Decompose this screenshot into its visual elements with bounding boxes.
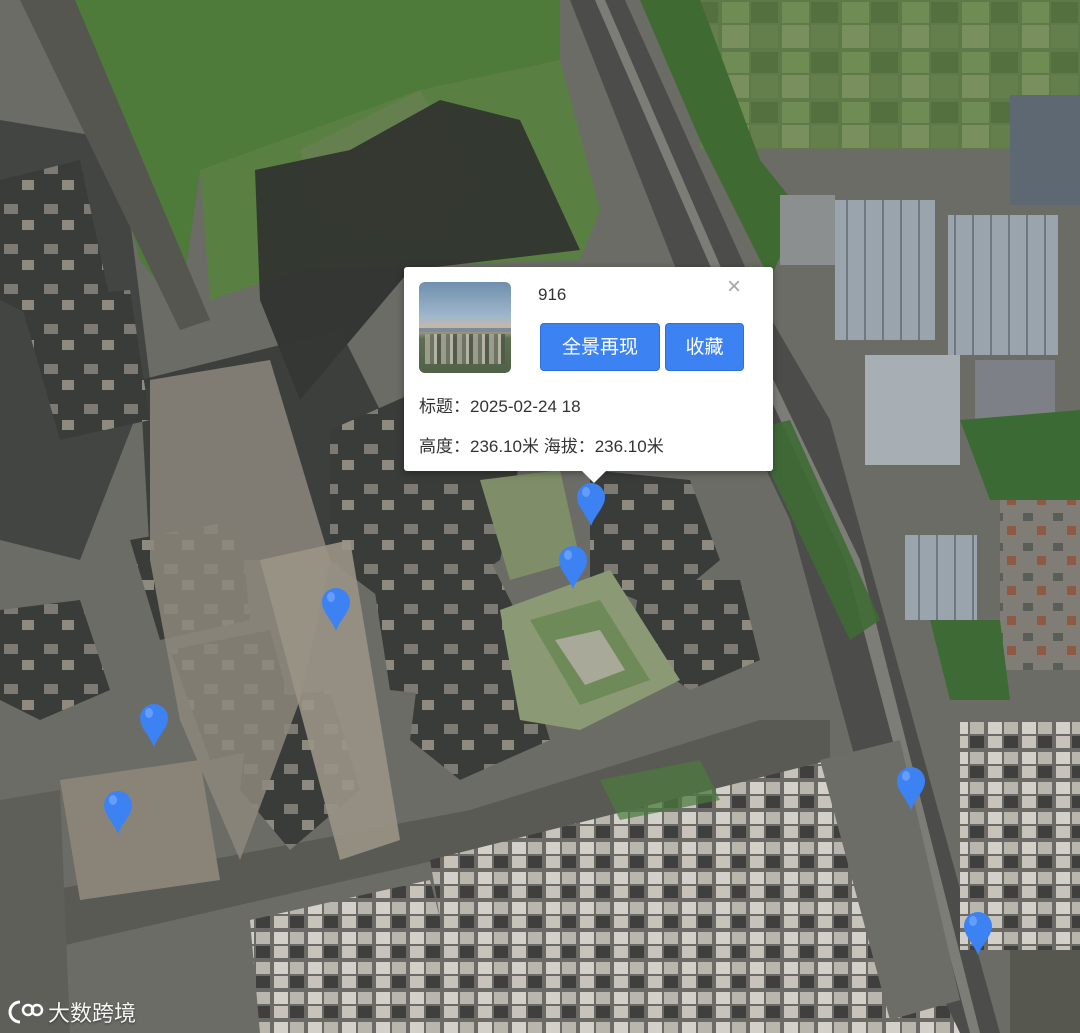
info-popup: 916 × 全景再现 收藏 标题：2025-02-24 18 高度：236.10… bbox=[404, 267, 773, 483]
panorama-button[interactable]: 全景再现 bbox=[540, 323, 660, 371]
panorama-thumbnail[interactable] bbox=[419, 282, 511, 373]
map-marker[interactable] bbox=[962, 910, 994, 956]
satellite-map[interactable] bbox=[0, 0, 1080, 1033]
map-marker[interactable] bbox=[575, 481, 607, 527]
popup-title: 916 bbox=[538, 285, 567, 304]
thumbnail-cityscape bbox=[425, 334, 505, 364]
map-pin-icon bbox=[140, 704, 168, 747]
map-marker[interactable] bbox=[895, 765, 927, 811]
favorite-button[interactable]: 收藏 bbox=[665, 323, 744, 371]
map-marker[interactable] bbox=[102, 789, 134, 835]
title-line: 标题：2025-02-24 18 bbox=[419, 397, 581, 416]
thumbnail-horizon bbox=[419, 328, 511, 332]
map-pin-icon bbox=[322, 588, 350, 631]
map-marker[interactable] bbox=[138, 702, 170, 748]
map-marker[interactable] bbox=[557, 544, 589, 590]
map-pin-icon bbox=[104, 791, 132, 834]
map-pin-icon bbox=[964, 912, 992, 955]
map-pin-icon bbox=[897, 767, 925, 810]
map-pin-icon bbox=[559, 546, 587, 589]
logo-icon bbox=[8, 1000, 44, 1024]
close-icon[interactable]: × bbox=[727, 275, 741, 299]
watermark: 大数跨境 bbox=[6, 996, 136, 1028]
map-marker[interactable] bbox=[320, 586, 352, 632]
watermark-text: 大数跨境 bbox=[48, 1001, 137, 1026]
map-pin-icon bbox=[577, 483, 605, 526]
height-line: 高度：236.10米 海拔：236.10米 bbox=[419, 437, 664, 456]
